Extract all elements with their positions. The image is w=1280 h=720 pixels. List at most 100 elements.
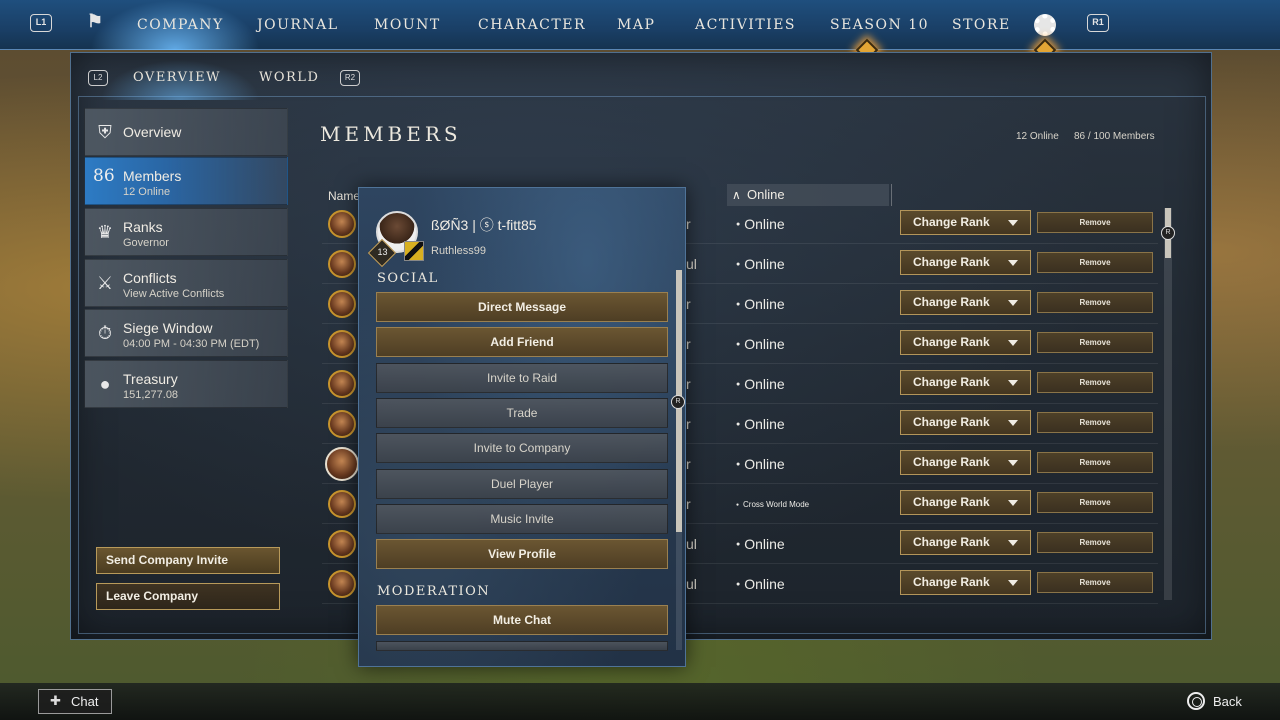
status-online: Online [736, 416, 784, 432]
change-rank-button[interactable]: Change Rank [900, 290, 1031, 315]
sidebar-item-sublabel: 151,277.08 [123, 389, 179, 401]
sidebar-item-sublabel: View Active Conflicts [123, 288, 225, 300]
sidebar-item-sublabel: 12 Online [123, 186, 171, 198]
nav-store[interactable]: STORE [952, 17, 1011, 33]
avatar [328, 410, 356, 438]
row-rank: r [686, 456, 691, 472]
ranks-icon: ♛ [96, 222, 114, 242]
avatar [325, 447, 359, 481]
view-profile-button[interactable]: View Profile [376, 539, 668, 569]
online-count: 12 Online [1016, 131, 1059, 142]
right-stick-icon: R [1161, 226, 1175, 240]
invite-to-raid-button[interactable]: Invite to Raid [376, 363, 668, 393]
sidebar-item-label: Siege Window [123, 320, 213, 336]
nav-mount[interactable]: MOUNT [374, 17, 441, 33]
nav-journal[interactable]: JOURNAL [257, 17, 339, 33]
dpad-icon: ✚ [50, 693, 61, 708]
remove-button[interactable]: Remove [1037, 372, 1153, 393]
sidebar-item-conflicts[interactable]: ⚔ Conflicts View Active Conflicts [84, 259, 288, 307]
column-header-online[interactable]: Online [727, 184, 889, 206]
shield-icon: ⛨ [98, 122, 112, 142]
remove-button[interactable]: Remove [1037, 252, 1153, 273]
remove-button[interactable]: Remove [1037, 452, 1153, 473]
nav-company[interactable]: COMPANY [137, 17, 224, 33]
members-scrollbar[interactable] [1164, 208, 1172, 600]
settings-gear-icon[interactable] [1034, 14, 1056, 36]
add-friend-button[interactable]: Add Friend [376, 327, 668, 357]
sidebar-item-label: Overview [123, 124, 182, 140]
remove-button[interactable]: Remove [1037, 332, 1153, 353]
change-rank-button[interactable]: Change Rank [900, 570, 1031, 595]
nav-map[interactable]: MAP [617, 17, 655, 33]
row-rank: r [686, 416, 691, 432]
back-button[interactable]: Back [1213, 694, 1242, 709]
sidebar-item-treasury[interactable]: ● Treasury 151,277.08 [84, 360, 288, 408]
status-online: Online [736, 456, 784, 472]
remove-button[interactable]: Remove [1037, 212, 1153, 233]
change-rank-button[interactable]: Change Rank [900, 450, 1031, 475]
tab-world[interactable]: WORLD [259, 70, 319, 85]
duel-player-button[interactable]: Duel Player [376, 469, 668, 499]
change-rank-button[interactable]: Change Rank [900, 210, 1031, 235]
change-rank-button[interactable]: Change Rank [900, 490, 1031, 515]
tab-overview[interactable]: OVERVIEW [133, 70, 221, 85]
row-rank: r [686, 376, 691, 392]
change-rank-button[interactable]: Change Rank [900, 530, 1031, 555]
music-invite-button[interactable]: Music Invite [376, 504, 668, 534]
avatar [328, 370, 356, 398]
column-header-name[interactable]: Name [328, 189, 360, 203]
avatar [328, 530, 356, 558]
nav-season[interactable]: SEASON 10 [830, 17, 929, 33]
remove-button[interactable]: Remove [1037, 292, 1153, 313]
partial-menu-button[interactable] [376, 641, 668, 651]
mute-chat-button[interactable]: Mute Chat [376, 605, 668, 635]
nav-activities[interactable]: ACTIVITIES [695, 17, 796, 33]
remove-button[interactable]: Remove [1037, 572, 1153, 593]
avatar [328, 490, 356, 518]
member-count: 86 / 100 Members [1074, 131, 1155, 142]
sidebar-item-overview[interactable]: ⛨ Overview [84, 108, 288, 156]
sidebar-item-members[interactable]: 86 Members 12 Online [84, 157, 288, 205]
player-character-name: Ruthless99 [431, 245, 487, 257]
remove-button[interactable]: Remove [1037, 412, 1153, 433]
column-header-label: Online [747, 187, 785, 202]
sidebar-item-ranks[interactable]: ♛ Ranks Governor [84, 208, 288, 256]
change-rank-button[interactable]: Change Rank [900, 330, 1031, 355]
status-online: Online [736, 576, 784, 592]
sidebar-item-label: Ranks [123, 219, 163, 235]
invite-to-company-button[interactable]: Invite to Company [376, 433, 668, 463]
remove-button[interactable]: Remove [1037, 492, 1153, 513]
avatar [328, 570, 356, 598]
change-rank-button[interactable]: Change Rank [900, 410, 1031, 435]
sidebar-item-siege-window[interactable]: ⏱ Siege Window 04:00 PM - 04:30 PM (EDT) [84, 309, 288, 357]
row-rank: r [686, 216, 691, 232]
status-online: Online [736, 536, 784, 552]
l2-trigger-icon[interactable]: L2 [88, 70, 108, 86]
popup-scrollbar[interactable] [676, 270, 682, 650]
direct-message-button[interactable]: Direct Message [376, 292, 668, 322]
sidebar-item-label: Conflicts [123, 270, 177, 286]
sidebar-item-label: Treasury [123, 371, 178, 387]
change-rank-button[interactable]: Change Rank [900, 370, 1031, 395]
leave-company-button[interactable]: Leave Company [96, 583, 280, 610]
sidebar-item-sublabel: 04:00 PM - 04:30 PM (EDT) [123, 338, 260, 350]
row-rank: ul [686, 536, 697, 552]
page-title: MEMBERS [320, 122, 462, 146]
company-icon[interactable]: ⚑ [84, 12, 106, 32]
r1-bumper-icon[interactable]: R1 [1087, 14, 1109, 32]
player-level: 13 [377, 247, 388, 257]
row-rank: r [686, 496, 691, 512]
change-rank-button[interactable]: Change Rank [900, 250, 1031, 275]
moderation-section-header: MODERATION [377, 584, 491, 599]
faction-icon [404, 241, 424, 261]
r2-trigger-icon[interactable]: R2 [340, 70, 360, 86]
status-online: Online [736, 256, 784, 272]
trade-button[interactable]: Trade [376, 398, 668, 428]
status-online: Online [736, 296, 784, 312]
l1-bumper-icon[interactable]: L1 [30, 14, 52, 32]
circle-button-icon[interactable] [1187, 692, 1205, 710]
row-rank: r [686, 336, 691, 352]
nav-character[interactable]: CHARACTER [478, 17, 586, 33]
remove-button[interactable]: Remove [1037, 532, 1153, 553]
send-company-invite-button[interactable]: Send Company Invite [96, 547, 280, 574]
